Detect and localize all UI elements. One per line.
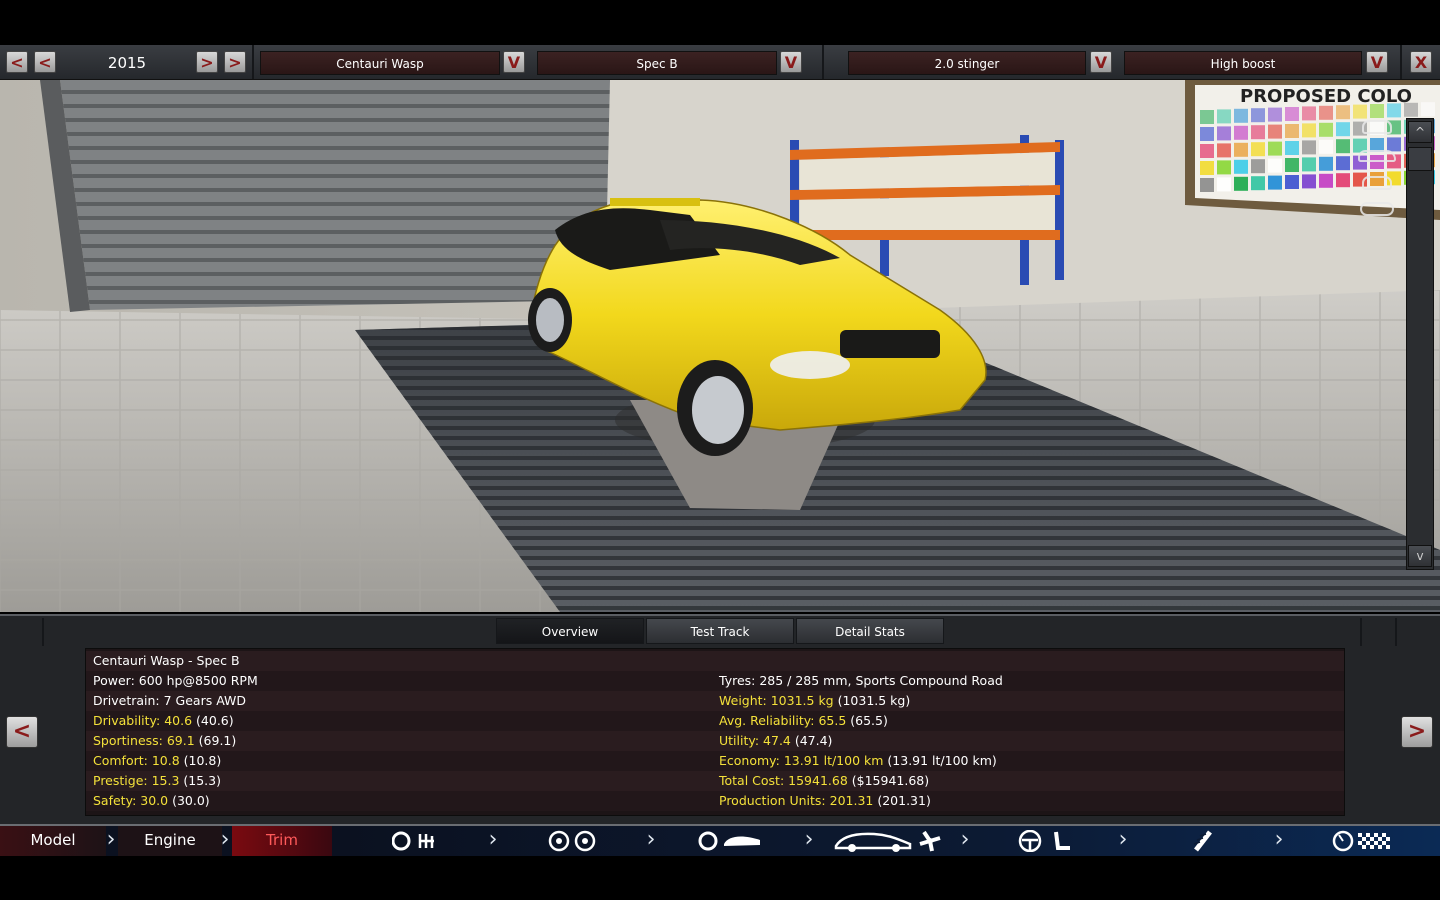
body-icon[interactable] [698,830,764,852]
stat-comfort: Comfort: 10.8 (10.8) [93,753,222,768]
nav-model[interactable]: Model [0,826,106,856]
divider [1400,45,1402,79]
tab-test-track[interactable]: Test Track [646,618,794,644]
chevron-right-icon: › [1274,827,1284,852]
close-button[interactable]: X [1410,51,1432,73]
stat-production-units: Production Units: 201.31 (201.31) [719,793,931,808]
garage-scene: PROPOSED COLO [0,80,1440,612]
stats-row: Comfort: 10.8 (10.8) Economy: 13.91 lt/1… [86,751,1344,771]
view-front-icon[interactable] [1362,120,1392,134]
stats-row: Centauri Wasp - Spec B [86,651,1344,671]
nav-engine[interactable]: Engine [118,826,222,856]
panel-next-button[interactable]: > [1401,716,1433,748]
chevron-right-icon: › [106,827,116,852]
year-prev-fast-button[interactable]: < [6,51,28,73]
engine-variant-dropdown-arrow[interactable]: V [1366,51,1388,73]
stat-power: Power: 600 hp@8500 RPM [93,673,258,688]
chevron-right-icon: › [1118,827,1128,852]
chevron-right-icon: › [488,827,498,852]
divider [822,45,824,79]
nav-trim[interactable]: Trim [232,826,332,856]
view-rear-icon[interactable] [1362,176,1392,190]
suspension-icon[interactable] [1188,830,1218,852]
stat-utility: Utility: 47.4 (47.4) [719,733,833,748]
chevron-right-icon: › [220,827,230,852]
gearbox-icon[interactable] [391,830,442,852]
stat-sportiness: Sportiness: 69.1 (69.1) [93,733,237,748]
trim-dropdown-arrow[interactable]: V [780,51,802,73]
stats-row: Safety: 30.0 (30.0) Production Units: 20… [86,791,1344,811]
scroll-down-button[interactable]: v [1408,545,1432,567]
stat-drivability: Drivability: 40.6 (40.6) [93,713,234,728]
trim-dropdown[interactable]: Spec B [537,51,777,75]
chevron-right-icon: › [804,827,814,852]
year-prev-button[interactable]: < [34,51,56,73]
panel-prev-button[interactable]: < [6,716,38,748]
chevron-right-icon: › [960,827,970,852]
garage-viewport[interactable]: PROPOSED COLO [0,80,1440,612]
engine-dropdown[interactable]: 2.0 stinger [848,51,1086,75]
stats-row: Drivability: 40.6 (40.6) Avg. Reliabilit… [86,711,1344,731]
view-top-icon[interactable] [1360,202,1394,216]
engine-variant-dropdown[interactable]: High boost [1124,51,1362,75]
divider [252,45,254,79]
stat-reliability: Avg. Reliability: 65.5 (65.5) [719,713,888,728]
view-scrollbar[interactable]: ^ v [1406,118,1434,570]
car-name: Centauri Wasp - Spec B [93,653,240,668]
model-dropdown[interactable]: Centauri Wasp [260,51,500,75]
interior-icon[interactable] [1018,829,1074,853]
model-dropdown-arrow[interactable]: V [503,51,525,73]
tab-detail-stats[interactable]: Detail Stats [796,618,944,644]
year-next-fast-button[interactable]: > [224,51,246,73]
stats-row: Power: 600 hp@8500 RPM Tyres: 285 / 285 … [86,671,1344,691]
fixtures-icon[interactable] [834,830,944,852]
stat-weight: Weight: 1031.5 kg (1031.5 kg) [719,693,911,708]
testing-icon[interactable] [1332,830,1392,852]
wheels-icon[interactable] [548,830,598,852]
engine-dropdown-arrow[interactable]: V [1090,51,1112,73]
stats-row: Sportiness: 69.1 (69.1) Utility: 47.4 (4… [86,731,1344,751]
roller-door [60,80,610,310]
stat-prestige: Prestige: 15.3 (15.3) [93,773,221,788]
stat-economy: Economy: 13.91 lt/100 km (13.91 lt/100 k… [719,753,997,768]
stats-table: Centauri Wasp - Spec B Power: 600 hp@850… [85,648,1345,816]
stat-drivetrain: Drivetrain: 7 Gears AWD [93,693,247,708]
stat-safety: Safety: 30.0 (30.0) [93,793,210,808]
stats-row: Drivetrain: 7 Gears AWD Weight: 1031.5 k… [86,691,1344,711]
design-stage-nav: Model › Engine › Trim › › › › › › [0,824,1440,856]
stat-tyres: Tyres: 285 / 285 mm, Sports Compound Roa… [719,673,1003,688]
year-next-button[interactable]: > [196,51,218,73]
top-toolbar: < < 2015 > > Centauri Wasp V Spec B V 2.… [0,45,1440,80]
stats-row: Prestige: 15.3 (15.3) Total Cost: 15941.… [86,771,1344,791]
year-value: 2015 [107,54,147,72]
camera-view-icons [1358,92,1398,232]
colour-chart-poster: PROPOSED COLO [1185,80,1440,220]
stat-total-cost: Total Cost: 15941.68 ($15941.68) [719,773,930,788]
view-side-icon[interactable] [1358,150,1396,162]
scroll-up-button[interactable]: ^ [1408,121,1432,143]
chevron-right-icon: › [646,827,656,852]
tab-overview[interactable]: Overview [496,618,644,644]
scroll-thumb[interactable] [1408,147,1432,171]
